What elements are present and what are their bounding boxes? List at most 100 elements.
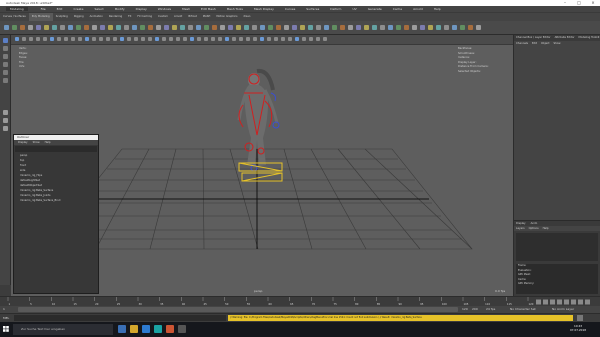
shelf-tool-icon[interactable] [300,25,305,30]
viewport-tool-icon[interactable] [232,37,236,41]
taskbar-search-input[interactable]: Zur Suche Text hier eingeben [13,324,113,335]
shelf-tool-icon[interactable] [340,25,345,30]
shelf-tool-icon[interactable] [92,25,97,30]
viewport-tool-icon[interactable] [36,37,40,41]
channel-menu-item-0[interactable]: Channels [516,42,528,45]
outliner-menu-item-2[interactable]: Help [45,141,51,144]
layer-menu-item-0[interactable]: Layers [516,227,525,230]
menu-item-11[interactable]: Curves [285,7,295,11]
viewport-tool-icon[interactable] [15,37,19,41]
command-language[interactable]: MEL [3,316,9,320]
viewport-tool-icon[interactable] [211,37,215,41]
menu-item-14[interactable]: UV [352,7,356,11]
shelf-tool-icon[interactable] [420,25,425,30]
shelf-tab-6[interactable]: FX [125,13,134,21]
command-input[interactable] [14,315,226,321]
viewport-tool-icon[interactable] [323,37,327,41]
viewport-tool-icon[interactable] [120,37,124,41]
shelf-tool-icon[interactable] [164,25,169,30]
shelf-tool-icon[interactable] [372,25,377,30]
viewport-tool-icon[interactable] [246,37,250,41]
viewport-tool-icon[interactable] [57,37,61,41]
shelf-tab-4[interactable]: Animation [87,13,106,21]
menu-item-17[interactable]: Arnold [413,7,423,11]
channel-menu-item-1[interactable]: Edit [532,42,537,45]
range-end[interactable]: 120 [462,307,468,311]
menu-item-15[interactable]: Generate [368,7,382,11]
menu-item-8[interactable]: Edit Mesh [201,7,216,11]
viewport-tool-icon[interactable] [162,37,166,41]
viewport-tool-icon[interactable] [92,37,96,41]
menu-item-10[interactable]: Mesh Display [254,7,274,11]
viewport-tool-icon[interactable] [281,37,285,41]
shelf-tool-icon[interactable] [188,25,193,30]
menu-item-1[interactable]: Edit [57,7,63,11]
menu-item-5[interactable]: Display [136,7,147,11]
shelf-tool-icon[interactable] [84,25,89,30]
script-editor-icon[interactable] [577,315,583,321]
viewport-tool-icon[interactable] [295,37,299,41]
shelf-tab-2[interactable]: Sculpting [53,13,71,21]
shelf-tool-icon[interactable] [212,25,217,30]
range-bar[interactable] [18,307,458,312]
menu-item-12[interactable]: Surfaces [306,7,319,11]
viewport-tool-icon[interactable] [127,37,131,41]
viewport-tool-icon[interactable] [302,37,306,41]
fps-dropdown[interactable]: 24 fps [486,307,495,311]
shelf-tool-icon[interactable] [220,25,225,30]
viewport-tool-icon[interactable] [190,37,194,41]
file-explorer-icon[interactable] [130,325,138,333]
shelf-tab-1[interactable]: Poly Modeling [28,13,53,21]
shelf-tool-icon[interactable] [332,25,337,30]
viewport-tool-icon[interactable] [134,37,138,41]
shelf-tool-icon[interactable] [36,25,41,30]
menu-item-4[interactable]: Modify [115,7,125,11]
shelf-tool-icon[interactable] [404,25,409,30]
shelf-tab-13[interactable]: XGen [240,13,253,21]
viewport-tool-icon[interactable] [50,37,54,41]
shelf-tool-icon[interactable] [236,25,241,30]
viewport-tool-icon[interactable] [260,37,264,41]
shelf-tab-5[interactable]: Rendering [106,13,125,21]
viewport-tool-icon[interactable] [267,37,271,41]
shelf-tool-icon[interactable] [276,25,281,30]
shelf-tool-icon[interactable] [68,25,73,30]
shelf-tool-icon[interactable] [428,25,433,30]
shelf-tool-icon[interactable] [20,25,25,30]
viewport-tool-icon[interactable] [113,37,117,41]
channel-menu-item-3[interactable]: Show [553,42,560,45]
edge-browser-icon[interactable] [142,325,150,333]
viewport-tool-icon[interactable] [197,37,201,41]
range-slider[interactable]: 1 120 200 24 fps No Character Set No Ani… [0,306,600,313]
shelf-tab-12[interactable]: Motion Graphics [213,13,240,21]
shelf-tool-icon[interactable] [204,25,209,30]
viewport-tool-icon[interactable] [288,37,292,41]
viewport-tool-icon[interactable] [225,37,229,41]
shelf-tool-icon[interactable] [460,25,465,30]
shelf-tab-0[interactable]: Curves / Surfaces [0,13,29,21]
shelf-tool-icon[interactable] [100,25,105,30]
menu-item-9[interactable]: Mesh Tools [227,7,243,11]
viewport-tool-icon[interactable] [106,37,110,41]
viewport-tool-icon[interactable] [29,37,33,41]
workspace-dropdown[interactable]: Modeling [6,7,28,11]
viewport-tool-icon[interactable] [155,37,159,41]
shelf-tool-icon[interactable] [316,25,321,30]
rotate-tool-icon[interactable] [3,70,8,75]
minimize-icon[interactable]: – [558,0,572,5]
shelf-tool-icon[interactable] [180,25,185,30]
shelf-tool-icon[interactable] [452,25,457,30]
shelf-tool-icon[interactable] [196,25,201,30]
lasso-tool-icon[interactable] [3,46,8,51]
menu-item-0[interactable]: File [41,7,46,11]
shelf-tool-icon[interactable] [348,25,353,30]
outliner-menu-item-0[interactable]: Display [18,141,28,144]
shelf-tab-8[interactable]: Custom [155,13,171,21]
viewport-tool-icon[interactable] [309,37,313,41]
shelf-tool-icon[interactable] [244,25,249,30]
outliner-search-input[interactable] [15,146,97,152]
outliner-view-icon[interactable] [3,126,8,131]
menu-item-7[interactable]: Mesh [182,7,190,11]
viewport-tool-icon[interactable] [64,37,68,41]
shelf-tab-9[interactable]: Arnold [171,13,185,21]
